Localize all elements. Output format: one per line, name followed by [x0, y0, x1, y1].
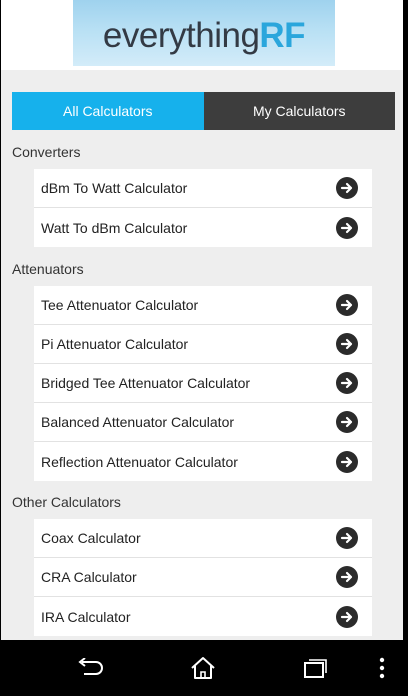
list-item[interactable]: Tee Attenuator Calculator: [34, 286, 372, 325]
list-item-label: Reflection Attenuator Calculator: [41, 453, 238, 470]
overflow-menu-icon[interactable]: [368, 654, 396, 682]
arrow-right-icon[interactable]: [336, 372, 358, 394]
calculator-list: All Calculators My Calculators Converter…: [1, 70, 403, 640]
list-item[interactable]: Bridged Tee Attenuator Calculator: [34, 364, 372, 403]
list-item[interactable]: dBm To Watt Calculator: [34, 169, 372, 208]
logo-text-everything: everything: [102, 15, 260, 55]
list-item[interactable]: CRA Calculator: [34, 558, 372, 597]
list-item[interactable]: Pi Attenuator Calculator: [34, 325, 372, 364]
navigation-bar: [0, 640, 408, 696]
list-item-label: Balanced Attenuator Calculator: [41, 414, 235, 430]
arrow-right-icon[interactable]: [336, 216, 358, 239]
list-item-label: Watt To dBm Calculator: [41, 219, 188, 236]
list-item-label: IRA Calculator: [41, 608, 131, 625]
tab-bar: All Calculators My Calculators: [12, 92, 395, 130]
arrow-right-icon[interactable]: [336, 177, 358, 199]
section-title-other-calculators: Other Calculators: [12, 494, 121, 510]
list-item[interactable]: IRA Calculator: [34, 597, 372, 636]
list-item[interactable]: Reflection Attenuator Calculator: [34, 442, 372, 481]
group-converters: dBm To Watt Calculator Watt To dBm Calcu…: [34, 169, 372, 247]
arrow-right-icon[interactable]: [336, 411, 358, 433]
recent-apps-icon[interactable]: [301, 654, 329, 682]
tab-my-calculators[interactable]: My Calculators: [203, 92, 395, 130]
logo-text-rf: RF: [259, 15, 306, 55]
list-item-label: Coax Calculator: [41, 530, 141, 546]
group-attenuators: Tee Attenuator Calculator Pi Attenuator …: [34, 286, 372, 481]
arrow-right-icon[interactable]: [336, 605, 358, 628]
list-item-label: Tee Attenuator Calculator: [41, 297, 199, 313]
list-item-label: Pi Attenuator Calculator: [41, 336, 189, 352]
tab-all-calculators[interactable]: All Calculators: [12, 92, 204, 130]
section-title-converters: Converters: [12, 144, 81, 160]
list-item-label: dBm To Watt Calculator: [41, 180, 188, 196]
arrow-right-icon[interactable]: [336, 450, 358, 473]
logo: everythingRF: [73, 0, 335, 66]
arrow-right-icon[interactable]: [336, 294, 358, 316]
section-title-attenuators: Attenuators: [12, 261, 84, 277]
list-item[interactable]: Watt To dBm Calculator: [34, 208, 372, 247]
list-item[interactable]: Balanced Attenuator Calculator: [34, 403, 372, 442]
screen-edge: [403, 0, 408, 640]
arrow-right-icon[interactable]: [336, 333, 358, 355]
back-icon[interactable]: [76, 654, 104, 682]
list-item-label: Bridged Tee Attenuator Calculator: [41, 375, 251, 391]
app-header: everythingRF: [1, 0, 403, 70]
app-screen: everythingRF All Calculators My Calculat…: [0, 0, 408, 696]
arrow-right-icon[interactable]: [336, 527, 358, 549]
list-item[interactable]: Coax Calculator: [34, 519, 372, 558]
home-icon[interactable]: [189, 654, 217, 682]
arrow-right-icon[interactable]: [336, 566, 358, 588]
group-other-calculators: Coax Calculator CRA Calculator IRA Calcu…: [34, 519, 372, 636]
list-item-label: CRA Calculator: [41, 569, 137, 585]
